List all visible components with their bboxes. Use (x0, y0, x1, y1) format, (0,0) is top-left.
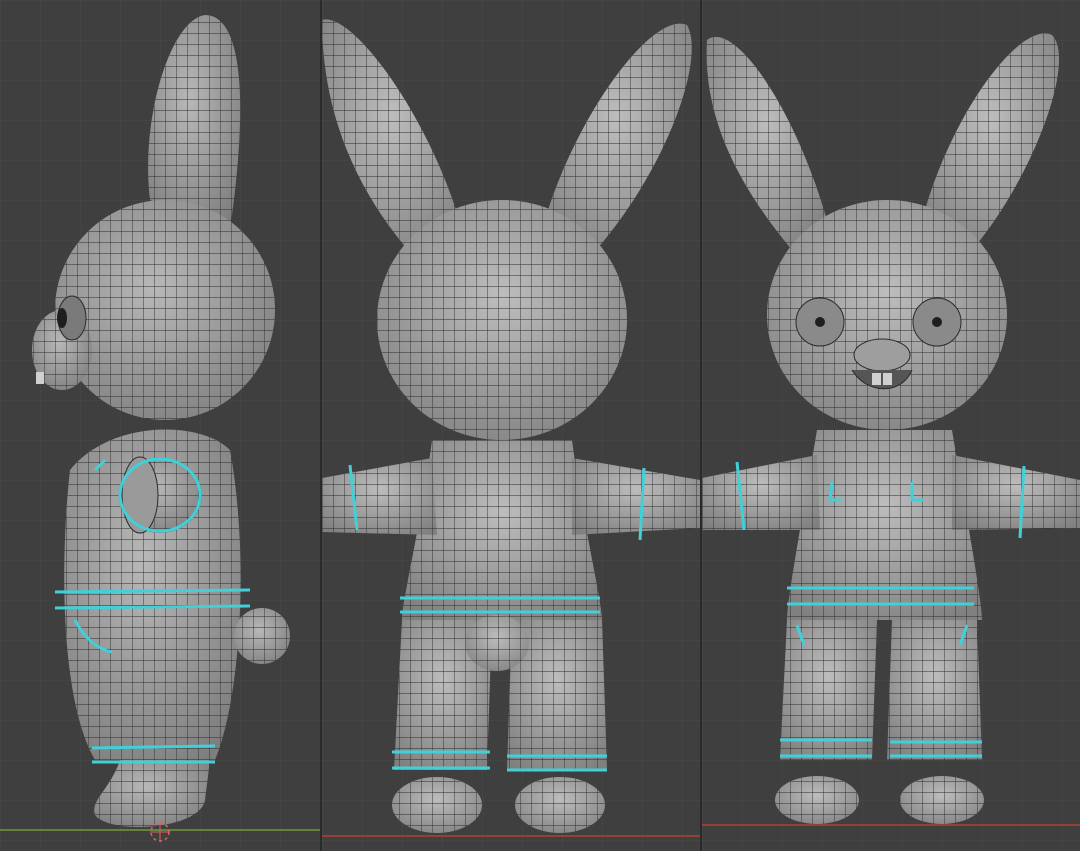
front-view-canvas (702, 0, 1080, 851)
side-view-canvas (0, 0, 320, 851)
viewport-front-view[interactable] (702, 0, 1080, 851)
viewport-back-view[interactable] (322, 0, 700, 851)
viewport-side-view[interactable] (0, 0, 320, 851)
back-view-canvas (322, 0, 700, 851)
